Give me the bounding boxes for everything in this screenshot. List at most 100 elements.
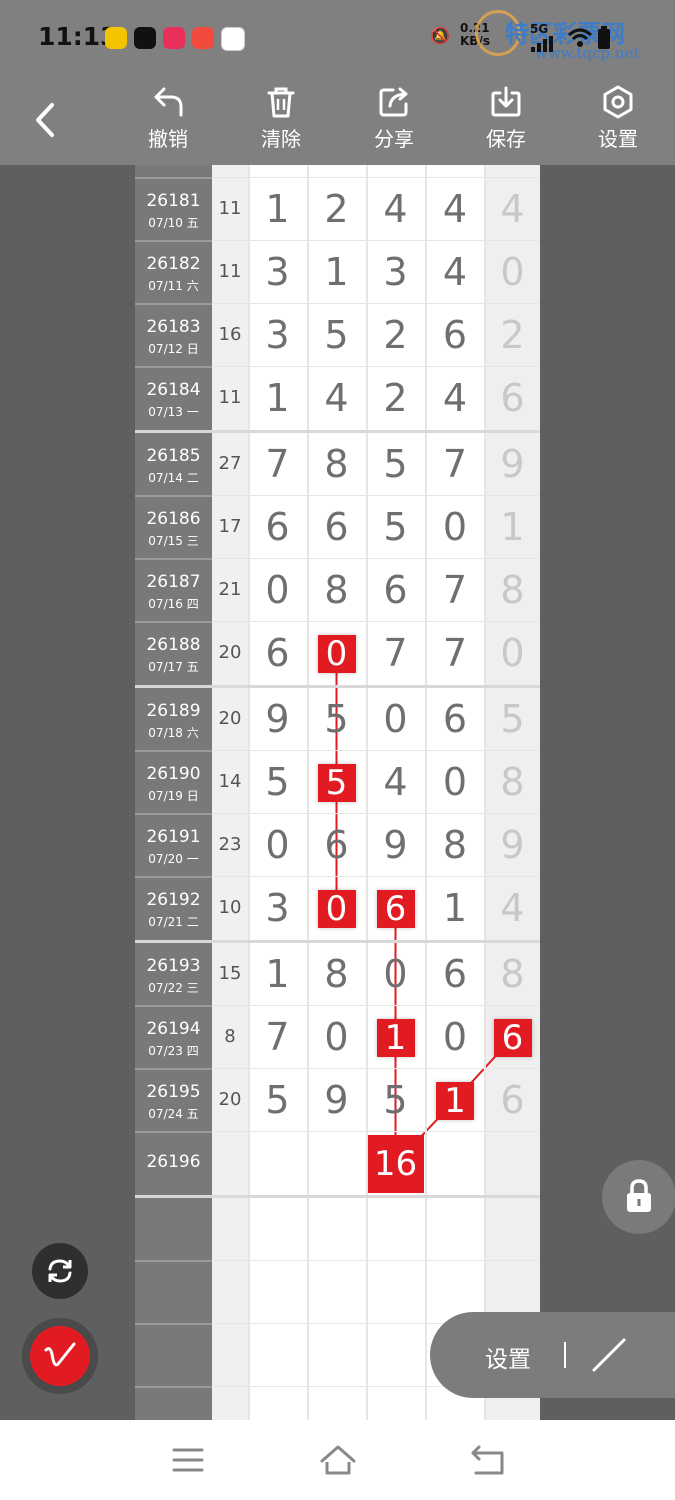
- digit-cell: 9: [383, 823, 408, 867]
- group-divider: [135, 685, 212, 688]
- issue-date: 07/21 二: [148, 915, 199, 929]
- issue-date: 07/17 五: [148, 660, 199, 674]
- digit-cell: 5: [383, 505, 408, 549]
- status-bar: 11:13 🔕 0.21 KB/s 特区彩票网 www.tqcp.net 5G: [0, 0, 675, 75]
- row-divider: [135, 813, 212, 815]
- save-button[interactable]: 保存: [466, 85, 546, 152]
- digit-sum: 15: [218, 963, 242, 984]
- digit-sum: 14: [218, 771, 242, 792]
- digit-sum: 21: [218, 579, 242, 600]
- digit-cell: 6: [324, 823, 349, 867]
- highlighted-digit[interactable]: 5: [317, 763, 356, 802]
- highlighted-digit[interactable]: 1: [376, 1018, 415, 1057]
- digit-sum: 20: [218, 1089, 242, 1110]
- digit-cell: 7: [442, 631, 468, 675]
- battery-icon: [598, 26, 610, 49]
- digit-cell: 1: [442, 886, 468, 930]
- extra-digit-cell: 0: [500, 250, 525, 294]
- prediction-box[interactable]: 16: [367, 1134, 424, 1193]
- digit-cell: 5: [265, 760, 290, 804]
- digit-cell: 6: [265, 631, 290, 675]
- row-divider: [135, 1386, 212, 1388]
- extra-digit-cell: 0: [500, 631, 525, 675]
- issue-number: 26193: [146, 956, 201, 976]
- issue-number: 26192: [146, 890, 201, 910]
- undo-button[interactable]: 撤销: [128, 85, 208, 152]
- digit-cell: 7: [383, 631, 408, 675]
- row-divider: [135, 558, 212, 560]
- issue-number: 26182: [146, 254, 201, 274]
- highlighted-digit[interactable]: 0: [317, 889, 356, 928]
- digit-cell: 6: [265, 505, 290, 549]
- row-divider: [135, 240, 212, 242]
- digit-sum: 10: [218, 897, 242, 918]
- share-button[interactable]: 分享: [354, 85, 434, 152]
- row-divider: [135, 366, 212, 368]
- refresh-button[interactable]: [32, 1243, 88, 1299]
- qq-icon: [221, 27, 245, 51]
- issue-date: 07/13 一: [148, 405, 199, 419]
- refresh-icon: [48, 1259, 72, 1283]
- menu-icon[interactable]: [172, 1447, 204, 1473]
- back-arrow-icon[interactable]: [30, 103, 60, 137]
- issue-number: 26181: [146, 191, 201, 211]
- digit-cell: 8: [324, 568, 349, 612]
- share-label: 分享: [374, 127, 414, 151]
- highlighted-digit[interactable]: 6: [376, 889, 415, 928]
- row-divider: [135, 495, 212, 497]
- save-label: 保存: [486, 127, 526, 151]
- share-icon: [379, 87, 408, 117]
- notification-app-icon: [192, 27, 214, 49]
- settings-pill[interactable]: 设置: [430, 1312, 675, 1398]
- settings-button[interactable]: 设置: [578, 85, 658, 152]
- trend-chart-table[interactable]: 26181 07/10 五 11 1 2 4 4 4 26182 07/11 六 11 3 1 3 4 0 26…: [135, 165, 540, 1420]
- extra-digit-cell: 4: [500, 187, 525, 231]
- digit-cell: 7: [265, 1015, 290, 1059]
- digit-sum: 20: [218, 642, 242, 663]
- network-type: 5G: [530, 22, 549, 36]
- group-divider: [135, 940, 212, 943]
- issue-date: 07/16 四: [148, 597, 199, 611]
- digit-cell: 8: [324, 952, 349, 996]
- digit-cell: 0: [265, 823, 290, 867]
- digit-cell: 2: [383, 313, 408, 357]
- extra-digit-cell: 8: [500, 760, 525, 804]
- extra-digit-cell: 6: [500, 1078, 525, 1122]
- row-divider: [135, 177, 212, 179]
- line-tool-icon[interactable]: [590, 1336, 628, 1374]
- back-icon[interactable]: [470, 1444, 506, 1476]
- digit-cell: 5: [383, 442, 408, 486]
- mute-icon: 🔕: [430, 26, 450, 45]
- highlighted-digit[interactable]: 6: [493, 1018, 532, 1057]
- extra-digit-cell: 8: [500, 568, 525, 612]
- digit-sum: 27: [218, 453, 242, 474]
- issue-number: 26196: [146, 1152, 201, 1172]
- highlighted-digit[interactable]: 1: [436, 1081, 474, 1120]
- digit-cell: 3: [265, 313, 290, 357]
- digit-cell: 5: [324, 697, 349, 741]
- pen-button[interactable]: [22, 1318, 98, 1394]
- clear-button[interactable]: 清除: [241, 85, 321, 152]
- group-divider: [135, 1195, 212, 1198]
- digit-cell: 0: [265, 568, 290, 612]
- issue-number: 26188: [146, 635, 201, 655]
- digit-sum: 23: [218, 834, 242, 855]
- digit-cell: 5: [324, 313, 349, 357]
- extra-digit-cell: 9: [500, 823, 525, 867]
- row-divider: [135, 303, 212, 305]
- digit-sum: 20: [218, 708, 242, 729]
- issue-date: 07/10 五: [148, 216, 199, 230]
- settings-label: 设置: [598, 127, 638, 151]
- system-nav-bar: [0, 1420, 675, 1500]
- row-divider: [135, 1323, 212, 1325]
- lock-button[interactable]: [602, 1160, 675, 1234]
- trash-icon: [267, 87, 295, 118]
- issue-number: 26189: [146, 701, 201, 721]
- download-icon: [491, 86, 521, 117]
- digit-cell: 4: [324, 376, 349, 420]
- highlighted-digit[interactable]: 0: [317, 634, 356, 673]
- home-icon[interactable]: [319, 1444, 357, 1476]
- hexagon-settings-icon: [603, 85, 633, 119]
- extra-digit-cell: 2: [500, 313, 525, 357]
- digit-cell: 3: [265, 250, 290, 294]
